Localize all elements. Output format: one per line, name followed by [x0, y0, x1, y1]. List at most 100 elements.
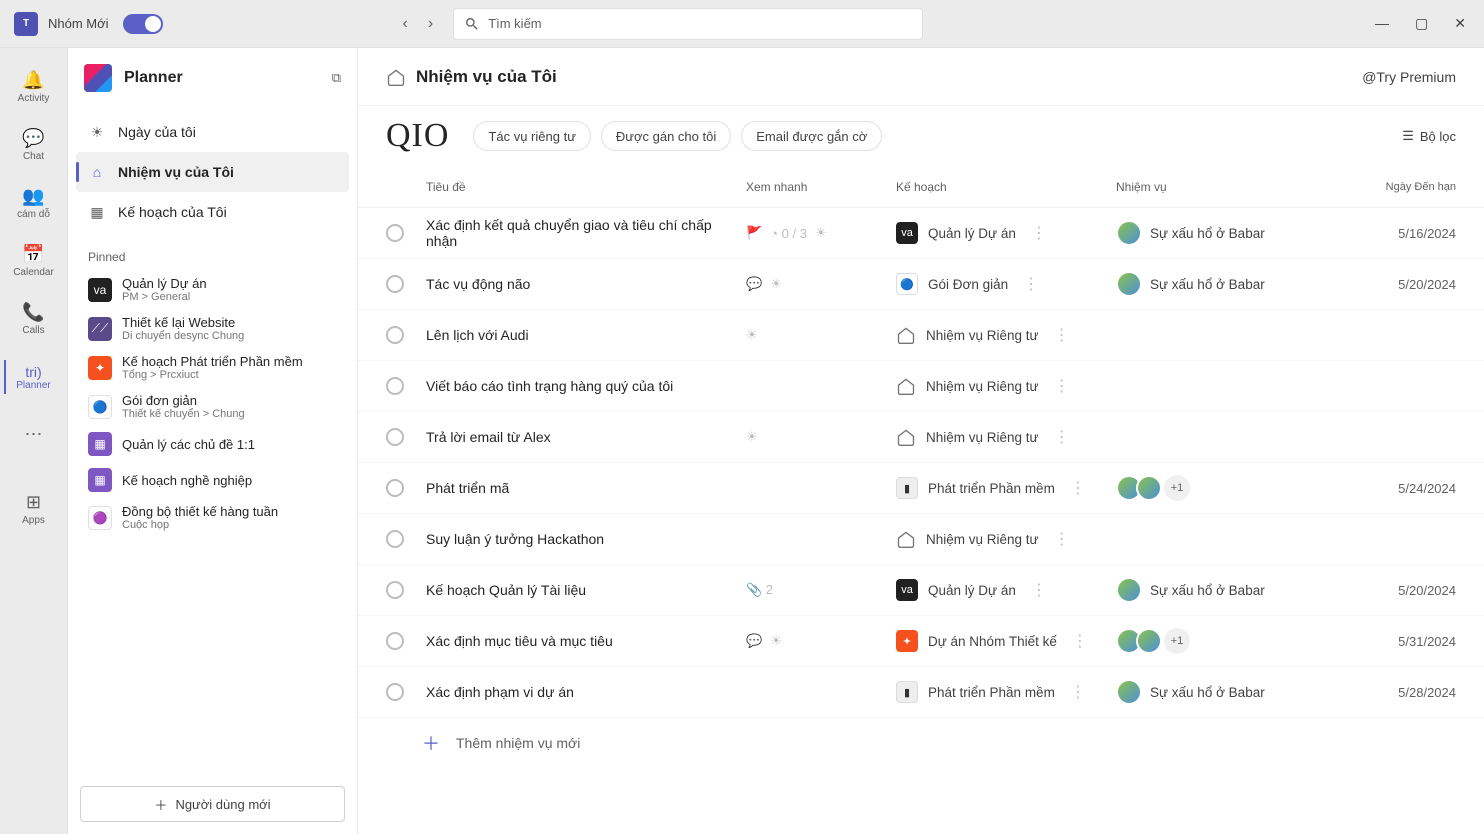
- complete-checkbox[interactable]: [386, 428, 404, 446]
- expand-icon[interactable]: ⧉: [332, 70, 341, 86]
- task-row[interactable]: Kế hoạch Quản lý Tài liệu 📎 2 vaQuản lý …: [358, 565, 1484, 616]
- col-quick[interactable]: Xem nhanh: [746, 180, 896, 194]
- toolbar: QIO Tác vụ riêng tư Được gán cho tôi Ema…: [358, 106, 1484, 166]
- task-row[interactable]: Viết báo cáo tình trạng hàng quý của tôi…: [358, 361, 1484, 412]
- pill-flagged[interactable]: Email được gắn cờ: [741, 121, 882, 151]
- complete-checkbox[interactable]: [386, 683, 404, 701]
- task-title: Trả lời email từ Alex: [426, 429, 551, 445]
- toggle-switch[interactable]: [123, 14, 163, 34]
- plus-icon: ＋: [422, 730, 440, 756]
- plan-icon: ✦: [88, 356, 112, 380]
- plan-more-icon[interactable]: ⋮: [1026, 223, 1052, 243]
- plan-more-icon[interactable]: ⋮: [1049, 427, 1075, 447]
- plan-icon: ▦: [88, 468, 112, 492]
- plan-icon: va: [896, 222, 918, 244]
- rail-calls[interactable]: 📞Calls: [4, 292, 64, 346]
- nav-back-icon[interactable]: ‹: [403, 15, 408, 33]
- plan-icon: ▮: [896, 681, 918, 703]
- plan-icon: 🟣: [88, 506, 112, 530]
- task-row[interactable]: Tác vụ động não 💬☀ 🔵Gói Đơn giản⋮ Sự xấu…: [358, 259, 1484, 310]
- pinned-item[interactable]: ▦ Kế hoạch nghề nghiệp: [68, 462, 357, 498]
- pinned-name: Thiết kế lại Website: [122, 315, 244, 330]
- plan-more-icon[interactable]: ⋮: [1049, 325, 1075, 345]
- due-date: 5/20/2024: [1398, 277, 1456, 292]
- avatar: [1116, 220, 1142, 246]
- pinned-item[interactable]: 🔵 Gói đơn giảnThiết kế chuyển > Chung: [68, 387, 357, 426]
- nav-my-day[interactable]: ☀Ngày của tôi: [76, 112, 349, 152]
- col-assign[interactable]: Nhiệm vụ: [1116, 180, 1366, 194]
- pinned-item[interactable]: ⟋⟋ Thiết kế lại WebsiteDi chuyển desync …: [68, 309, 357, 348]
- plan-name: Nhiệm vụ Riêng tư: [926, 532, 1039, 547]
- pinned-item[interactable]: ▦ Quản lý các chủ đề 1:1: [68, 426, 357, 462]
- plan-name: Quản lý Dự án: [928, 226, 1016, 241]
- qio-label: QIO: [386, 117, 449, 155]
- bell-icon: 🔔: [22, 70, 44, 91]
- close-icon[interactable]: ✕: [1454, 15, 1466, 32]
- sidebar-title: Planner: [124, 69, 183, 87]
- main-header: Nhiệm vụ của Tôi @Try Premium: [358, 48, 1484, 106]
- plan-more-icon[interactable]: ⋮: [1049, 529, 1075, 549]
- app-rail: 🔔Activity 💬Chat 👥cám dỗ 📅Calendar 📞Calls…: [0, 48, 68, 834]
- complete-checkbox[interactable]: [386, 275, 404, 293]
- sidebar-nav: ☀Ngày của tôi ⌂Nhiệm vụ của Tôi ▦Kế hoạc…: [68, 108, 357, 236]
- filter-icon: ☰: [1402, 128, 1414, 144]
- pinned-subtitle: Di chuyển desync Chung: [122, 330, 244, 342]
- window-controls: — ▢ ✕: [1375, 15, 1466, 32]
- pinned-item[interactable]: ✦ Kế hoạch Phát triển Phần mềmTổng > Prc…: [68, 348, 357, 387]
- task-row[interactable]: Lên lịch với Audi ☀ Nhiệm vụ Riêng tư⋮: [358, 310, 1484, 361]
- rail-more[interactable]: ⋯: [4, 408, 64, 462]
- maximize-icon[interactable]: ▢: [1415, 15, 1428, 32]
- task-row[interactable]: Phát triển mã ▮Phát triển Phần mềm⋮ +1 5…: [358, 463, 1484, 514]
- try-premium-link[interactable]: @Try Premium: [1362, 69, 1456, 85]
- complete-checkbox[interactable]: [386, 632, 404, 650]
- plan-more-icon[interactable]: ⋮: [1065, 478, 1091, 498]
- plan-more-icon[interactable]: ⋮: [1026, 580, 1052, 600]
- plan-more-icon[interactable]: ⋮: [1065, 682, 1091, 702]
- task-row[interactable]: Trả lời email từ Alex ☀ Nhiệm vụ Riêng t…: [358, 412, 1484, 463]
- task-row[interactable]: Xác định mục tiêu và mục tiêu 💬☀ ✦Dự án …: [358, 616, 1484, 667]
- pinned-name: Kế hoạch nghề nghiệp: [122, 473, 252, 488]
- col-date[interactable]: Ngày Đến hạn: [1366, 181, 1456, 193]
- plan-icon: 🔵: [896, 273, 918, 295]
- col-title[interactable]: Tiêu đề: [418, 180, 746, 194]
- task-row[interactable]: Suy luận ý tưởng Hackathon Nhiệm vụ Riên…: [358, 514, 1484, 565]
- plan-more-icon[interactable]: ⋮: [1067, 631, 1093, 651]
- new-user-button[interactable]: ＋Người dùng mới: [80, 786, 345, 822]
- plan-more-icon[interactable]: ⋮: [1049, 376, 1075, 396]
- col-plan[interactable]: Kế hoạch: [896, 180, 1116, 194]
- complete-checkbox[interactable]: [386, 377, 404, 395]
- assignee-name: Sự xấu hổ ở Babar: [1150, 583, 1265, 598]
- pinned-item[interactable]: 🟣 Đồng bộ thiết kế hàng tuầnCuộc họp: [68, 498, 357, 537]
- nav-my-tasks[interactable]: ⌂Nhiệm vụ của Tôi: [76, 152, 349, 192]
- complete-checkbox[interactable]: [386, 479, 404, 497]
- home-icon: ⌂: [88, 164, 106, 180]
- rail-activity[interactable]: 🔔Activity: [4, 60, 64, 114]
- task-row[interactable]: Xác định kết quả chuyển giao và tiêu chí…: [358, 208, 1484, 259]
- search-box[interactable]: Tìm kiếm: [453, 8, 923, 40]
- complete-checkbox[interactable]: [386, 326, 404, 344]
- rail-calendar[interactable]: 📅Calendar: [4, 234, 64, 288]
- sun-icon: ☀: [88, 124, 106, 141]
- add-task-row[interactable]: ＋Thêm nhiệm vụ mới: [358, 718, 1484, 768]
- task-title: Suy luận ý tưởng Hackathon: [426, 531, 604, 547]
- rail-apps[interactable]: ⊞Apps: [4, 482, 64, 536]
- rail-planner[interactable]: tri)Planner: [4, 350, 64, 404]
- task-row[interactable]: Xác định phạm vi dự án ▮Phát triển Phần …: [358, 667, 1484, 718]
- plan-name: Phát triển Phần mềm: [928, 685, 1055, 700]
- minimize-icon[interactable]: —: [1375, 15, 1389, 32]
- filter-button[interactable]: ☰Bộ lọc: [1402, 128, 1456, 144]
- pill-assigned[interactable]: Được gán cho tôi: [601, 121, 731, 151]
- nav-my-plans[interactable]: ▦Kế hoạch của Tôi: [76, 192, 349, 232]
- more-assignees: +1: [1164, 475, 1190, 501]
- rail-teams[interactable]: 👥cám dỗ: [4, 176, 64, 230]
- complete-checkbox[interactable]: [386, 530, 404, 548]
- rail-chat[interactable]: 💬Chat: [4, 118, 64, 172]
- due-date: 5/16/2024: [1398, 226, 1456, 241]
- plan-name: Dự án Nhóm Thiết kế: [928, 634, 1057, 649]
- complete-checkbox[interactable]: [386, 224, 404, 242]
- pinned-item[interactable]: va Quản lý Dự ánPM > General: [68, 270, 357, 309]
- complete-checkbox[interactable]: [386, 581, 404, 599]
- pill-private[interactable]: Tác vụ riêng tư: [473, 121, 590, 151]
- plan-more-icon[interactable]: ⋮: [1018, 274, 1044, 294]
- nav-forward-icon[interactable]: ›: [428, 15, 433, 33]
